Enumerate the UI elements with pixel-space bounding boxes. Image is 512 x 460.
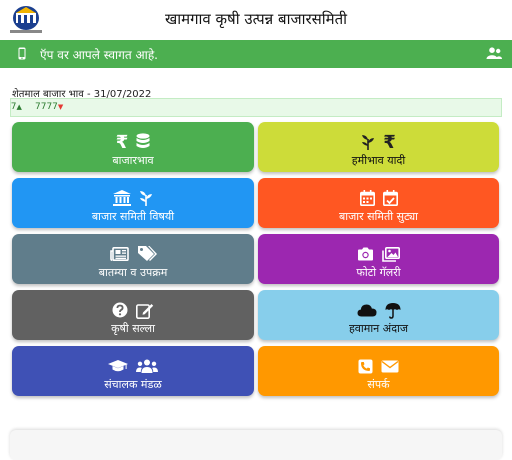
- people-icon: [136, 359, 158, 373]
- edit-icon: [136, 303, 154, 319]
- tile-label: बाजार समिती सुट्या: [338, 210, 419, 223]
- up-arrow-icon: ▲: [16, 103, 22, 111]
- tile-label: हवामान अंदाज: [348, 322, 409, 335]
- question-icon: [112, 302, 128, 318]
- tile-label: फोटो गॅलरी: [356, 266, 401, 279]
- envelope-icon: [381, 360, 399, 372]
- tile-about-committee[interactable]: बाजार समिती विषयी: [12, 178, 254, 228]
- tile-label: संपर्क: [367, 378, 390, 391]
- tile-agri-advice[interactable]: कृषी सल्ला: [12, 290, 254, 340]
- umbrella-icon: [385, 302, 400, 319]
- tile-label: संचालक मंडळ: [104, 378, 162, 391]
- phone-icon: [358, 359, 373, 373]
- rupee-icon: ₹: [115, 131, 129, 153]
- cloud-icon: [357, 304, 376, 317]
- tile-committee-holidays[interactable]: बाजार समिती सुट्या: [258, 178, 499, 228]
- tile-label: हमीभाव यादी: [351, 154, 406, 167]
- tile-board-of-directors[interactable]: संचालक मंडळ: [12, 346, 254, 396]
- calendar-icon: [359, 190, 375, 206]
- tile-label: बाजार समिती विषयी: [91, 210, 175, 223]
- coins-icon: [136, 133, 150, 148]
- tile-label: कृषी सल्ला: [111, 322, 155, 335]
- tile-weather-forecast[interactable]: हवामान अंदाज: [258, 290, 499, 340]
- down-arrow-icon: ▼: [57, 103, 64, 111]
- tile-contact[interactable]: संपर्क: [258, 346, 499, 396]
- tile-news-events[interactable]: बातम्या व उपक्रम: [12, 234, 254, 284]
- footer-card: [10, 430, 502, 460]
- rupee-icon: ₹: [383, 131, 396, 153]
- tags-icon: [137, 246, 157, 261]
- ticker-item: 77▲: [10, 102, 22, 112]
- page-title: खामगाव कृषी उत्पन्न बाजारसमिती: [164, 10, 348, 28]
- price-ticker[interactable]: 77▲ 7777▼: [10, 98, 502, 117]
- newspaper-icon: [109, 247, 129, 261]
- images-icon: [382, 246, 400, 262]
- plant-icon: [140, 191, 152, 206]
- camera-icon: [358, 247, 373, 261]
- users-icon[interactable]: [486, 47, 502, 59]
- app-header: खामगाव कृषी उत्पन्न बाजारसमिती: [0, 0, 512, 40]
- mobile-icon: [18, 47, 26, 60]
- welcome-bar: ऍप वर आपले स्वागत आहे.: [0, 40, 512, 68]
- graduation-cap-icon: [108, 360, 128, 372]
- tile-bazarbhav[interactable]: ₹ बाजारभाव: [12, 122, 254, 172]
- welcome-message: ऍप वर आपले स्वागत आहे.: [40, 48, 159, 62]
- tile-photo-gallery[interactable]: फोटो गॅलरी: [258, 234, 499, 284]
- tile-msp-list[interactable]: ₹ हमीभाव यादी: [258, 122, 499, 172]
- tile-label: बातम्या व उपक्रम: [98, 266, 168, 279]
- plant-icon: [362, 135, 375, 150]
- calendar-check-icon: [382, 190, 398, 206]
- tile-label: बाजारभाव: [112, 154, 154, 167]
- ticker-item: 7777▼: [35, 102, 64, 112]
- institution-icon: [113, 190, 131, 206]
